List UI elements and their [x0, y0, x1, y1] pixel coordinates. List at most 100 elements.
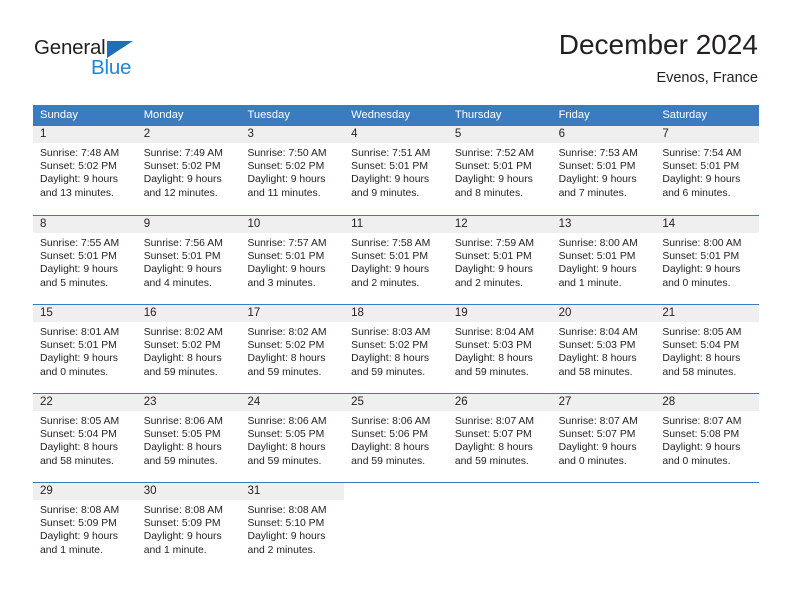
day-details: Sunrise: 8:06 AM Sunset: 5:05 PM Dayligh… — [240, 411, 344, 468]
sunrise-text: Sunrise: 7:54 AM — [662, 148, 742, 159]
day-cell[interactable]: 23 Sunrise: 8:06 AM Sunset: 5:05 PM Dayl… — [136, 394, 241, 482]
daylight-text-line2: and 59 minutes. — [247, 455, 322, 467]
daylight-text-line2: and 0 minutes. — [558, 455, 627, 467]
day-cell[interactable]: 28 Sunrise: 8:07 AM Sunset: 5:08 PM Dayl… — [655, 394, 760, 482]
weekday-header-sunday: Sunday — [40, 109, 78, 121]
sunrise-text: Sunrise: 7:50 AM — [247, 148, 327, 159]
sunset-text: Sunset: 5:03 PM — [558, 340, 636, 352]
sunrise-text: Sunrise: 7:52 AM — [454, 148, 535, 159]
day-details: Sunrise: 8:07 AM Sunset: 5:08 PM Dayligh… — [655, 411, 759, 468]
day-cell[interactable]: 17 Sunrise: 8:02 AM Sunset: 5:02 PM Dayl… — [240, 305, 345, 393]
day-cell[interactable]: 20 Sunrise: 8:04 AM Sunset: 5:03 PM Dayl… — [551, 305, 656, 393]
sunset-text: Sunset: 5:10 PM — [247, 518, 325, 530]
sunrise-text: Sunrise: 7:56 AM — [143, 238, 223, 249]
daylight-text-line2: and 1 minute. — [143, 544, 207, 556]
day-cell-empty — [552, 483, 656, 571]
day-details: Sunrise: 8:07 AM Sunset: 5:07 PM Dayligh… — [552, 411, 656, 468]
day-cell[interactable]: 2 Sunrise: 7:49 AM Sunset: 5:02 PM Dayli… — [136, 126, 241, 215]
daylight-text-line1: Daylight: 9 hours — [143, 531, 222, 543]
day-number: 3 — [240, 126, 345, 143]
day-cell[interactable]: 3 Sunrise: 7:50 AM Sunset: 5:02 PM Dayli… — [240, 126, 345, 215]
day-cell[interactable]: 14 Sunrise: 8:00 AM Sunset: 5:01 PM Dayl… — [655, 216, 760, 304]
day-cell[interactable]: 25 Sunrise: 8:06 AM Sunset: 5:06 PM Dayl… — [344, 394, 448, 482]
daylight-text-line2: and 9 minutes. — [351, 187, 420, 199]
daylight-text-line1: Daylight: 9 hours — [454, 264, 533, 276]
daylight-text-line2: and 59 minutes. — [143, 455, 218, 467]
day-cell[interactable]: 4 Sunrise: 7:51 AM Sunset: 5:01 PM Dayli… — [344, 126, 448, 215]
sunrise-text: Sunrise: 8:03 AM — [351, 327, 431, 338]
day-cell[interactable]: 22 Sunrise: 8:05 AM Sunset: 5:04 PM Dayl… — [33, 394, 137, 482]
day-details: Sunrise: 7:51 AM Sunset: 5:01 PM Dayligh… — [344, 143, 448, 200]
sunset-text: Sunset: 5:01 PM — [143, 251, 221, 263]
day-number: 6 — [551, 126, 656, 143]
day-cell[interactable]: 12 Sunrise: 7:59 AM Sunset: 5:01 PM Dayl… — [447, 216, 552, 304]
calendar-page: General Blue December 2024 Evenos, Franc… — [0, 0, 792, 612]
day-cell[interactable]: 19 Sunrise: 8:04 AM Sunset: 5:03 PM Dayl… — [447, 305, 552, 393]
weekday-header-row: Sunday Monday Tuesday Wednesday Thursday… — [33, 105, 759, 126]
sunrise-text: Sunrise: 7:51 AM — [351, 148, 431, 159]
sunset-text: Sunset: 5:04 PM — [662, 340, 740, 352]
daylight-text-line2: and 59 minutes. — [351, 366, 426, 378]
sunset-text: Sunset: 5:04 PM — [40, 429, 117, 441]
daylight-text-line2: and 59 minutes. — [143, 366, 218, 378]
daylight-text-line1: Daylight: 9 hours — [558, 174, 637, 186]
day-details: Sunrise: 8:07 AM Sunset: 5:07 PM Dayligh… — [448, 411, 552, 468]
day-cell-empty — [448, 483, 552, 571]
day-cell[interactable]: 11 Sunrise: 7:58 AM Sunset: 5:01 PM Dayl… — [344, 216, 448, 304]
day-number: 17 — [240, 305, 345, 322]
day-details: Sunrise: 8:03 AM Sunset: 5:02 PM Dayligh… — [344, 322, 448, 379]
sunset-text: Sunset: 5:01 PM — [40, 251, 117, 263]
sunset-text: Sunset: 5:01 PM — [662, 161, 740, 173]
day-cell[interactable]: 29 Sunrise: 8:08 AM Sunset: 5:09 PM Dayl… — [33, 483, 137, 571]
week-row: 1 Sunrise: 7:48 AM Sunset: 5:02 PM Dayli… — [33, 126, 760, 215]
daylight-text-line1: Daylight: 9 hours — [40, 531, 118, 543]
day-cell[interactable]: 31 Sunrise: 8:08 AM Sunset: 5:10 PM Dayl… — [240, 483, 345, 571]
day-number: 16 — [136, 305, 241, 322]
sunrise-text: Sunrise: 7:49 AM — [143, 148, 223, 159]
day-cell[interactable]: 13 Sunrise: 8:00 AM Sunset: 5:01 PM Dayl… — [551, 216, 656, 304]
day-cell[interactable]: 16 Sunrise: 8:02 AM Sunset: 5:02 PM Dayl… — [136, 305, 241, 393]
day-cell[interactable]: 5 Sunrise: 7:52 AM Sunset: 5:01 PM Dayli… — [447, 126, 552, 215]
day-cell[interactable]: 7 Sunrise: 7:54 AM Sunset: 5:01 PM Dayli… — [655, 126, 760, 215]
daylight-text-line2: and 0 minutes. — [40, 366, 109, 378]
day-cell[interactable]: 1 Sunrise: 7:48 AM Sunset: 5:02 PM Dayli… — [33, 126, 137, 215]
sunset-text: Sunset: 5:09 PM — [143, 518, 221, 530]
day-details: Sunrise: 8:00 AM Sunset: 5:01 PM Dayligh… — [552, 233, 656, 290]
daylight-text-line1: Daylight: 8 hours — [454, 442, 533, 454]
day-cell[interactable]: 9 Sunrise: 7:56 AM Sunset: 5:01 PM Dayli… — [136, 216, 241, 304]
day-cell[interactable]: 24 Sunrise: 8:06 AM Sunset: 5:05 PM Dayl… — [240, 394, 345, 482]
daylight-text-line2: and 7 minutes. — [558, 187, 627, 199]
day-number: 20 — [551, 305, 656, 322]
daylight-text-line1: Daylight: 9 hours — [40, 174, 118, 186]
sunset-text: Sunset: 5:03 PM — [454, 340, 532, 352]
day-number: 11 — [344, 216, 448, 233]
sunset-text: Sunset: 5:07 PM — [558, 429, 636, 441]
day-cell[interactable]: 21 Sunrise: 8:05 AM Sunset: 5:04 PM Dayl… — [655, 305, 760, 393]
day-cell[interactable]: 15 Sunrise: 8:01 AM Sunset: 5:01 PM Dayl… — [33, 305, 137, 393]
daylight-text-line1: Daylight: 9 hours — [558, 442, 637, 454]
day-cell[interactable]: 8 Sunrise: 7:55 AM Sunset: 5:01 PM Dayli… — [33, 216, 137, 304]
day-cell[interactable]: 6 Sunrise: 7:53 AM Sunset: 5:01 PM Dayli… — [551, 126, 656, 215]
daylight-text-line1: Daylight: 8 hours — [454, 353, 533, 365]
day-number: 21 — [655, 305, 760, 322]
day-details: Sunrise: 8:08 AM Sunset: 5:09 PM Dayligh… — [137, 500, 241, 557]
logo-text-blue: Blue — [91, 56, 132, 79]
sunrise-text: Sunrise: 7:59 AM — [454, 238, 535, 249]
day-cell[interactable]: 27 Sunrise: 8:07 AM Sunset: 5:07 PM Dayl… — [551, 394, 656, 482]
sunrise-text: Sunrise: 7:53 AM — [558, 148, 638, 159]
day-number: 15 — [33, 305, 137, 322]
general-blue-logo[interactable]: General Blue — [34, 36, 184, 84]
day-cell[interactable]: 10 Sunrise: 7:57 AM Sunset: 5:01 PM Dayl… — [240, 216, 345, 304]
day-number: 8 — [33, 216, 137, 233]
day-number: 14 — [655, 216, 760, 233]
sunrise-text: Sunrise: 8:00 AM — [662, 238, 742, 249]
day-cell[interactable]: 26 Sunrise: 8:07 AM Sunset: 5:07 PM Dayl… — [447, 394, 552, 482]
daylight-text-line2: and 8 minutes. — [454, 187, 524, 199]
day-number — [655, 483, 759, 500]
sunrise-text: Sunrise: 8:04 AM — [454, 327, 535, 338]
daylight-text-line2: and 58 minutes. — [558, 366, 633, 378]
day-details: Sunrise: 8:05 AM Sunset: 5:04 PM Dayligh… — [655, 322, 759, 379]
sunset-text: Sunset: 5:01 PM — [662, 251, 740, 263]
day-cell[interactable]: 30 Sunrise: 8:08 AM Sunset: 5:09 PM Dayl… — [136, 483, 241, 571]
day-cell[interactable]: 18 Sunrise: 8:03 AM Sunset: 5:02 PM Dayl… — [344, 305, 448, 393]
